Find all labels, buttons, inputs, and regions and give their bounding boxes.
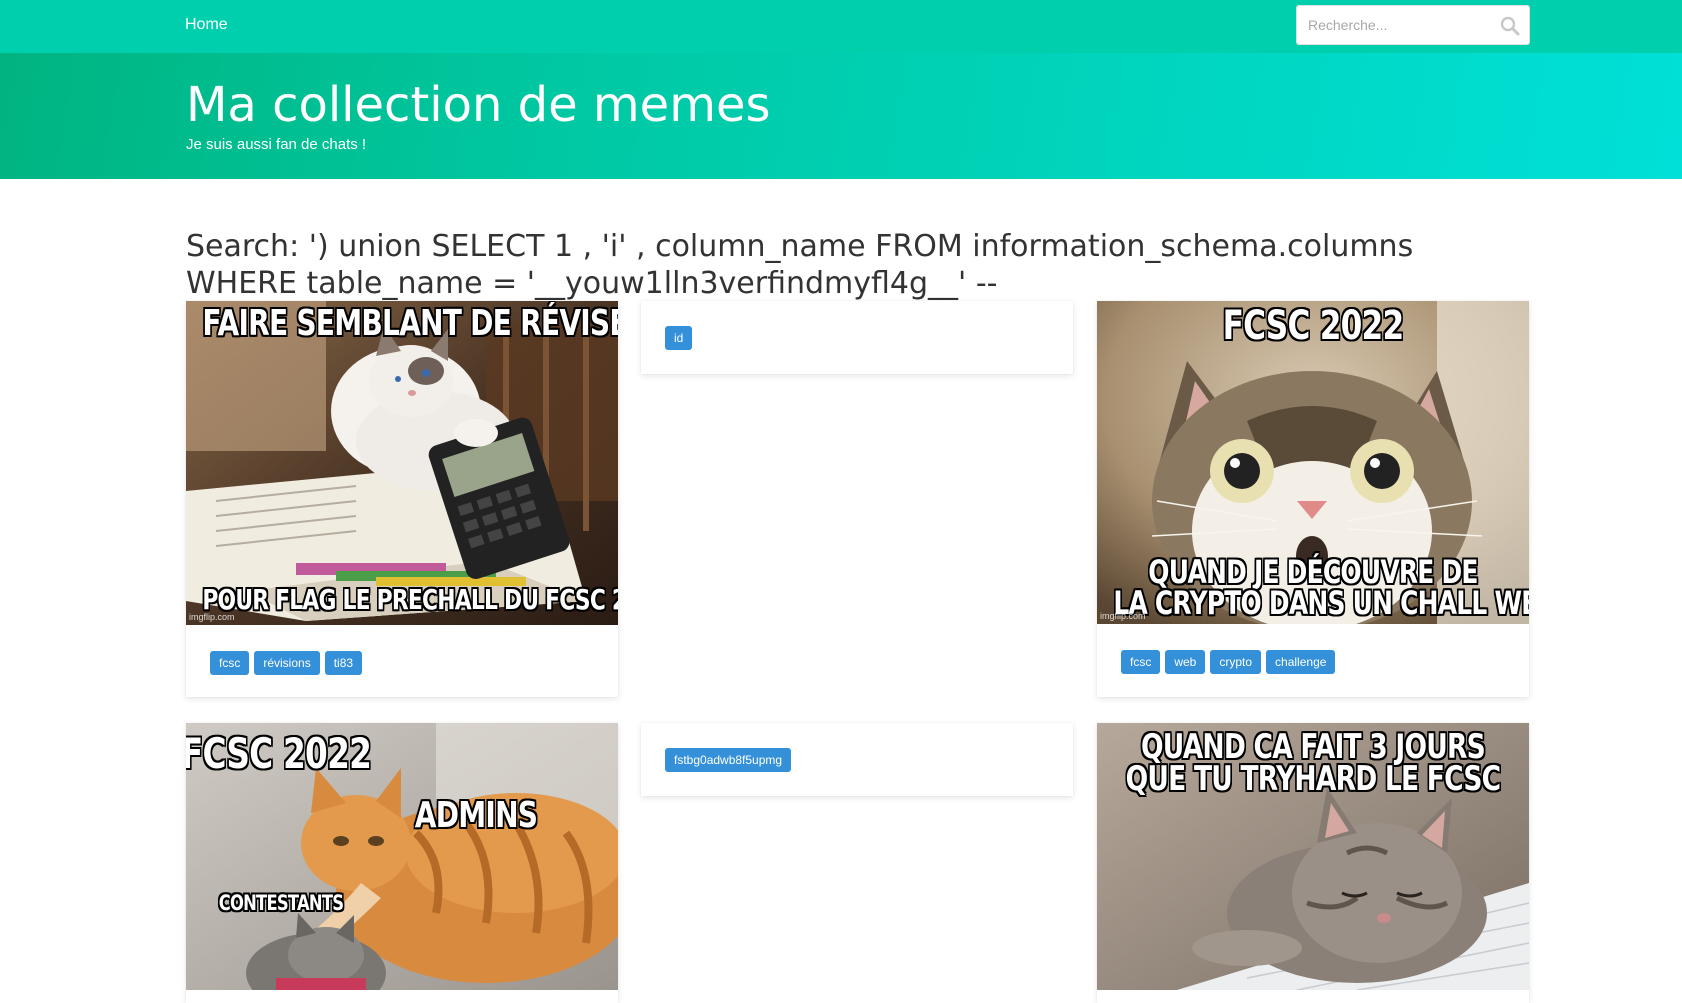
tag-list: fstbg0adwb8f5upmg (665, 748, 792, 772)
tag-list: id (665, 326, 693, 350)
page-subtitle: Je suis aussi fan de chats ! (186, 136, 367, 153)
meme-card: FCSC 2022 QUAND JE DÉCOUVRE DE LA CRYPTO… (1097, 301, 1529, 697)
meme-image-revising-cat[interactable]: FAIRE SEMBLANT DE RÉVISER POUR FLAG LE P… (186, 301, 618, 625)
tag-fstbg0adwb8f5upmg[interactable]: fstbg0adwb8f5upmg (665, 748, 792, 772)
tag-id[interactable]: id (665, 326, 693, 350)
tag-fcsc[interactable]: fcsc (210, 651, 250, 675)
tag-fcsc[interactable]: fcsc (1121, 650, 1161, 674)
result-card: id (641, 301, 1073, 374)
tag-challenge[interactable]: challenge (1266, 650, 1336, 674)
result-card: fstbg0adwb8f5upmg (641, 723, 1073, 796)
search-input[interactable] (1297, 6, 1497, 44)
tag-web[interactable]: web (1165, 650, 1206, 674)
meme-card: QUAND CA FAIT 3 JOURS QUE TU TRYHARD LE … (1097, 723, 1529, 1003)
meme-caption-admins: ADMINS (414, 795, 538, 836)
nav-home-link[interactable]: Home (185, 16, 228, 34)
meme-caption-top: FAIRE SEMBLANT DE RÉVISER (202, 303, 618, 344)
tag-ti83[interactable]: ti83 (324, 651, 363, 675)
meme-caption-bottom-line-2: LA CRYPTO DANS UN CHALL WEB (1113, 584, 1529, 622)
meme-card: FCSC 2022 ADMINS CONTESTANTS (186, 723, 618, 1003)
meme-caption-top: FCSC 2022 (1222, 303, 1405, 349)
tag-list: fcsc révisions ti83 (210, 651, 363, 675)
page-title: Ma collection de memes (186, 77, 771, 133)
meme-image-shocked-cat[interactable]: FCSC 2022 QUAND JE DÉCOUVRE DE LA CRYPTO… (1097, 301, 1529, 624)
tag-revisions[interactable]: révisions (254, 651, 320, 675)
search-box (1296, 5, 1530, 45)
meme-caption-top: FCSC 2022 (186, 729, 372, 778)
hero-banner: Ma collection de memes Je suis aussi fan… (0, 53, 1682, 179)
search-results-heading: Search: ') union SELECT 1 , 'i' , column… (186, 229, 1414, 301)
meme-image-tired-kitten[interactable]: QUAND CA FAIT 3 JOURS QUE TU TRYHARD LE … (1097, 723, 1529, 990)
meme-caption-contestants: CONTESTANTS (218, 891, 344, 915)
search-icon[interactable] (1500, 16, 1520, 36)
meme-image-admins-contestants[interactable]: FCSC 2022 ADMINS CONTESTANTS (186, 723, 618, 990)
tag-crypto[interactable]: crypto (1210, 650, 1262, 674)
meme-caption-bottom: POUR FLAG LE PRECHALL DU FCSC 2022 (202, 583, 618, 616)
meme-caption-top-line-2: QUE TU TRYHARD LE FCSC (1125, 759, 1501, 799)
top-navbar: Home (0, 0, 1682, 53)
meme-card: FAIRE SEMBLANT DE RÉVISER POUR FLAG LE P… (186, 301, 618, 697)
image-watermark: imgflip.com (1100, 611, 1146, 621)
tag-list: fcsc web crypto challenge (1121, 650, 1336, 674)
image-watermark: imgflip.com (189, 612, 235, 622)
